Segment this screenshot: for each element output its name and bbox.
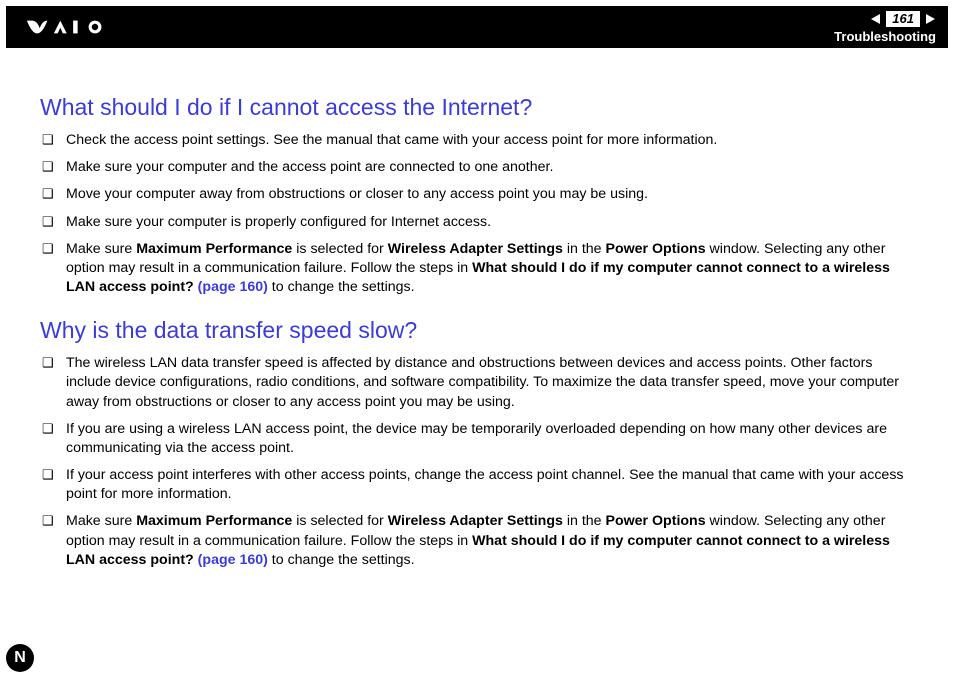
bold-text: What should I do if my computer cannot c… xyxy=(66,260,890,295)
bullet-icon: ❑ xyxy=(40,158,66,176)
bold-text: Power Options xyxy=(606,241,706,257)
bullet-icon: ❑ xyxy=(40,131,66,149)
list-item: ❑Check the access point settings. See th… xyxy=(40,131,914,150)
question-heading: Why is the data transfer speed slow? xyxy=(40,317,914,344)
bullet-list: ❑The wireless LAN data transfer speed is… xyxy=(40,354,914,570)
list-item: ❑If your access point interferes with ot… xyxy=(40,466,914,504)
page-content: What should I do if I cannot access the … xyxy=(0,48,954,570)
list-item: ❑If you are using a wireless LAN access … xyxy=(40,420,914,458)
bullet-text: Move your computer away from obstruction… xyxy=(66,185,914,204)
bullet-text: Check the access point settings. See the… xyxy=(66,131,914,150)
bullet-text: The wireless LAN data transfer speed is … xyxy=(66,354,914,412)
list-item: ❑Make sure your computer is properly con… xyxy=(40,213,914,232)
bold-text: Wireless Adapter Settings xyxy=(388,513,563,529)
list-item: ❑The wireless LAN data transfer speed is… xyxy=(40,354,914,412)
page-reference-link[interactable]: (page 160) xyxy=(198,552,268,568)
header-right: 161 Troubleshooting xyxy=(834,11,936,44)
page-number: 161 xyxy=(886,11,920,27)
bullet-text: Make sure Maximum Performance is selecte… xyxy=(66,240,914,298)
list-item: ❑Make sure your computer and the access … xyxy=(40,158,914,177)
bullet-icon: ❑ xyxy=(40,185,66,203)
bullet-icon: ❑ xyxy=(40,213,66,231)
bullet-text: If your access point interferes with oth… xyxy=(66,466,914,504)
bullet-text: Make sure your computer and the access p… xyxy=(66,158,914,177)
bullet-icon: ❑ xyxy=(40,354,66,372)
bullet-list: ❑Check the access point settings. See th… xyxy=(40,131,914,297)
list-item: ❑Make sure Maximum Performance is select… xyxy=(40,240,914,298)
page-header: 161 Troubleshooting xyxy=(6,6,948,48)
list-item: ❑Make sure Maximum Performance is select… xyxy=(40,512,914,570)
list-item: ❑Move your computer away from obstructio… xyxy=(40,185,914,204)
nav-next-icon[interactable] xyxy=(924,13,936,25)
bullet-icon: ❑ xyxy=(40,240,66,258)
bullet-icon: ❑ xyxy=(40,466,66,484)
bold-text: Wireless Adapter Settings xyxy=(388,241,563,257)
page-nav: 161 xyxy=(870,11,936,27)
footer-marker: N xyxy=(6,644,34,672)
bold-text: Power Options xyxy=(606,513,706,529)
bold-text: Maximum Performance xyxy=(136,513,292,529)
vaio-logo xyxy=(22,18,132,36)
bold-text: What should I do if my computer cannot c… xyxy=(66,533,890,568)
bold-text: Maximum Performance xyxy=(136,241,292,257)
bullet-text: Make sure Maximum Performance is selecte… xyxy=(66,512,914,570)
bullet-icon: ❑ xyxy=(40,420,66,438)
bullet-text: If you are using a wireless LAN access p… xyxy=(66,420,914,458)
nav-prev-icon[interactable] xyxy=(870,13,882,25)
bullet-icon: ❑ xyxy=(40,512,66,530)
bullet-text: Make sure your computer is properly conf… xyxy=(66,213,914,232)
question-heading: What should I do if I cannot access the … xyxy=(40,94,914,121)
section-label: Troubleshooting xyxy=(834,29,936,44)
page-reference-link[interactable]: (page 160) xyxy=(198,279,268,295)
